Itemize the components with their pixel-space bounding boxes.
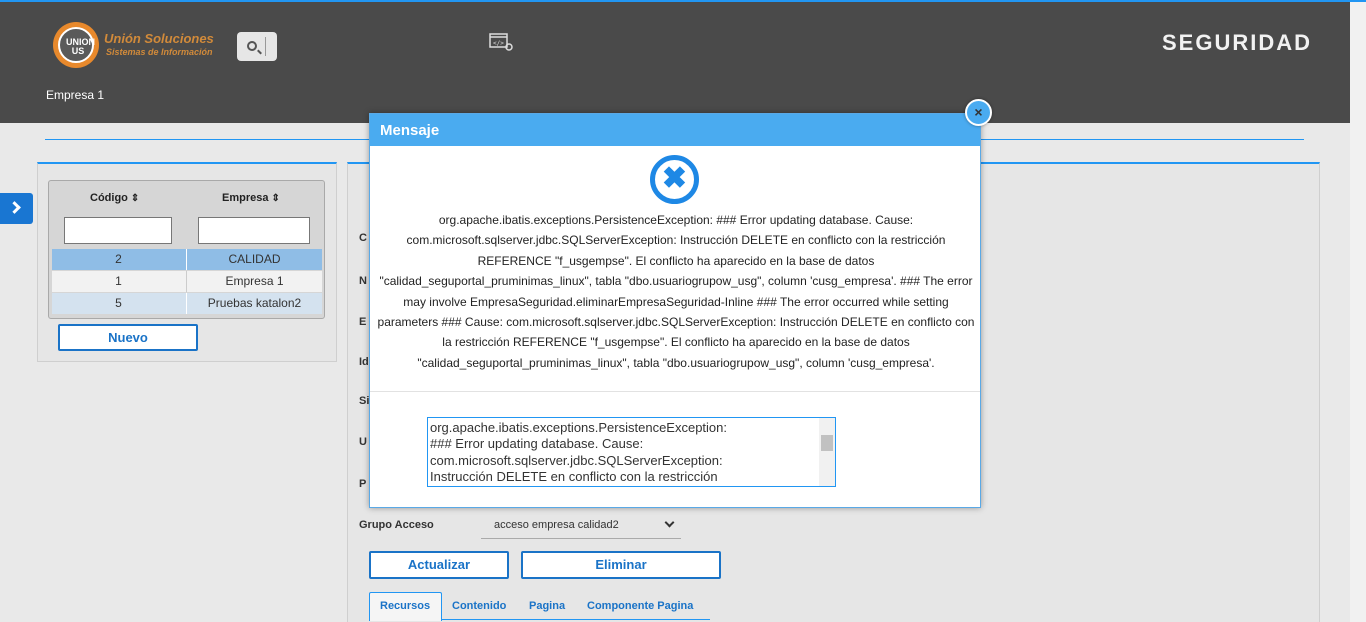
- page-scrollbar[interactable]: [1350, 2, 1366, 622]
- sort-icon: ⇕: [130, 193, 140, 204]
- col-header-code[interactable]: Código ⇕: [90, 192, 139, 204]
- brand-tagline: Sistemas de Información: [106, 47, 213, 57]
- col-header-company[interactable]: Empresa ⇕: [222, 192, 280, 204]
- form-label: E: [359, 316, 367, 328]
- svg-text:</>: </>: [493, 40, 504, 47]
- dialog-title: Mensaje: [380, 122, 440, 139]
- textarea-scrollbar[interactable]: [819, 418, 835, 486]
- current-company: Empresa 1: [46, 88, 105, 102]
- dialog-header: Mensaje: [370, 114, 980, 146]
- cell-company: Pruebas katalon2: [186, 293, 322, 314]
- table-row[interactable]: 1 Empresa 1: [52, 271, 322, 292]
- form-label: N: [359, 275, 367, 287]
- logo-inner: UNION US: [58, 27, 95, 63]
- app-header: [0, 2, 1350, 123]
- cell-code: 1: [115, 274, 122, 288]
- grupo-acceso-label: Grupo Acceso: [359, 519, 434, 531]
- sort-icon: ⇕: [271, 193, 280, 204]
- form-label: Id: [359, 356, 369, 368]
- form-label: C: [359, 232, 367, 244]
- error-message: org.apache.ibatis.exceptions.Persistence…: [377, 213, 975, 370]
- filter-company-input[interactable]: [198, 217, 310, 244]
- code-settings-icon[interactable]: </>: [489, 33, 513, 51]
- search-icon: [247, 41, 257, 51]
- cell-company: CALIDAD: [186, 249, 322, 270]
- table-row[interactable]: 5 Pruebas katalon2: [52, 293, 322, 314]
- form-label: P: [359, 478, 367, 490]
- module-title: SEGURIDAD: [1162, 30, 1313, 55]
- error-icon: ✖: [650, 155, 699, 204]
- error-detail-text: org.apache.ibatis.exceptions.Persistence…: [430, 420, 728, 484]
- tab-componente-pagina[interactable]: Componente Pagina: [587, 600, 693, 612]
- table-row[interactable]: 2 CALIDAD: [52, 249, 322, 270]
- grupo-acceso-value: acceso empresa calidad2: [494, 519, 619, 531]
- tab-pagina[interactable]: Pagina: [529, 600, 565, 612]
- close-icon: ×: [974, 104, 983, 120]
- sidebar-toggle-button[interactable]: [0, 193, 33, 224]
- cell-code: 2: [115, 252, 122, 266]
- form-label: U: [359, 436, 367, 448]
- textarea-scroll-thumb[interactable]: [821, 435, 833, 451]
- logo-text: UNION US: [66, 37, 95, 56]
- actualizar-button[interactable]: Actualizar: [369, 551, 509, 579]
- cell-code: 5: [115, 296, 122, 310]
- company-logo[interactable]: UNION US: [53, 22, 99, 68]
- search-button[interactable]: [237, 32, 277, 61]
- nuevo-button[interactable]: Nuevo: [58, 324, 198, 351]
- error-icon-glyph: ✖: [661, 162, 688, 195]
- cell-company: Empresa 1: [186, 271, 322, 292]
- chevron-down-icon: [664, 517, 675, 528]
- dialog-close-button[interactable]: ×: [965, 99, 992, 126]
- error-detail-textarea[interactable]: org.apache.ibatis.exceptions.Persistence…: [427, 417, 836, 487]
- brand-name: Unión Soluciones: [104, 31, 214, 46]
- tab-contenido[interactable]: Contenido: [452, 600, 506, 612]
- chevron-right-icon: [8, 201, 21, 214]
- grupo-acceso-select[interactable]: acceso empresa calidad2: [481, 514, 681, 539]
- eliminar-button[interactable]: Eliminar: [521, 551, 721, 579]
- form-label: Si: [359, 395, 370, 407]
- dialog-divider: [370, 391, 980, 392]
- filter-code-input[interactable]: [64, 217, 172, 244]
- search-separator: [265, 37, 266, 56]
- col-header-code-label: Código: [90, 192, 128, 204]
- tab-recursos[interactable]: Recursos: [380, 600, 430, 612]
- col-header-company-label: Empresa: [222, 192, 269, 204]
